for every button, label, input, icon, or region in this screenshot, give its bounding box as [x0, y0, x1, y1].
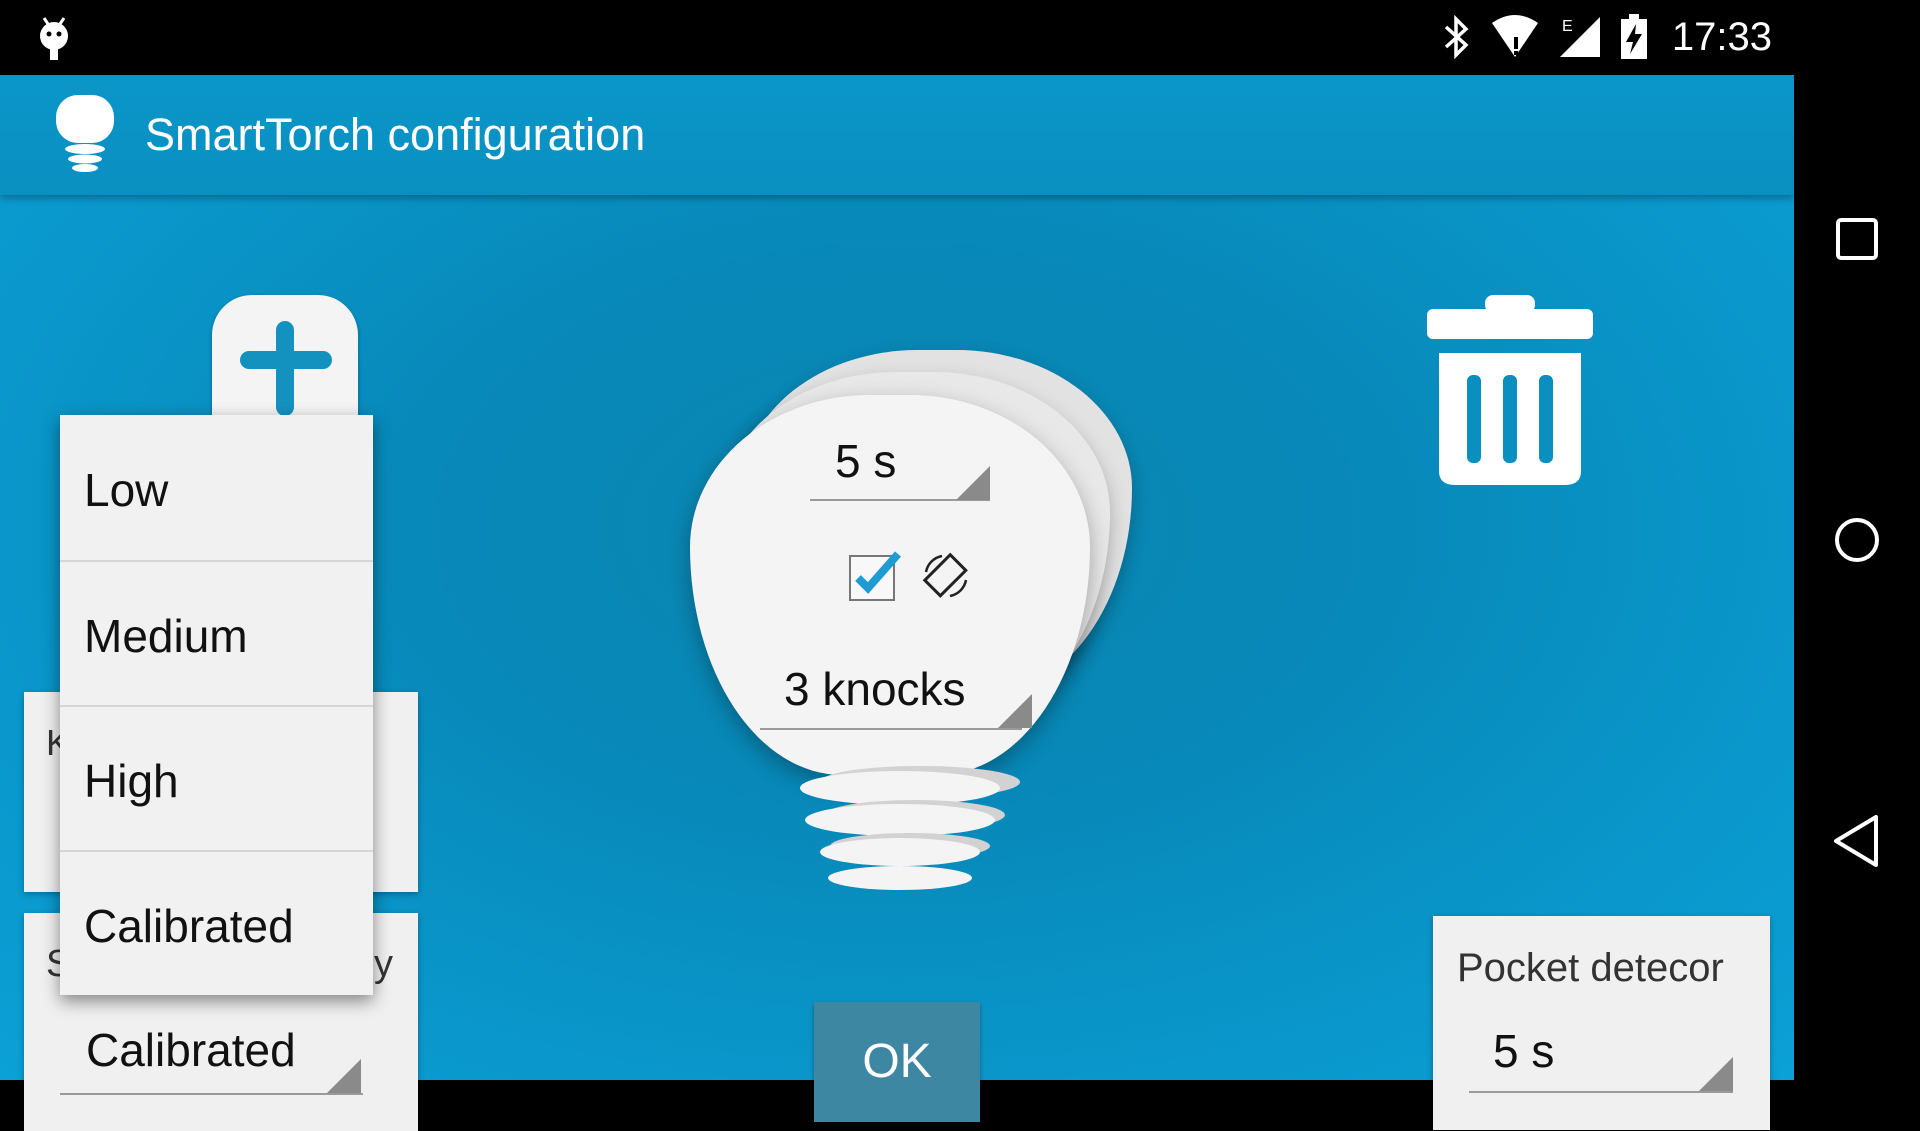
plus-icon	[240, 321, 332, 416]
dropdown-item-label: Low	[84, 464, 169, 516]
dropdown-item-high[interactable]: High	[60, 706, 373, 851]
dropdown-item-medium[interactable]: Medium	[60, 561, 373, 706]
knocks-spinner-value[interactable]: 3 knocks	[784, 662, 966, 716]
home-button[interactable]	[1794, 480, 1920, 600]
pocket-detector-label: Pocket detecor	[1457, 946, 1724, 990]
duration-spinner-value[interactable]: 5 s	[835, 434, 896, 488]
sensitivity-spinner-value[interactable]: Calibrated	[86, 1023, 296, 1077]
bluetooth-icon	[1444, 15, 1469, 59]
back-icon	[1834, 815, 1878, 867]
ok-button[interactable]: OK	[814, 1002, 980, 1122]
duration-spinner-arrow[interactable]	[956, 466, 990, 500]
pocket-detector-spinner-underline	[1469, 1091, 1733, 1093]
app-screen: SmartTorch configuration 5 s 3 knocks K …	[0, 75, 1794, 1131]
dropdown-item-label: Medium	[84, 610, 248, 662]
dropdown-item-calibrated[interactable]: Calibrated	[60, 851, 373, 996]
sensitivity-spinner-underline	[60, 1093, 363, 1095]
back-button[interactable]	[1794, 781, 1920, 901]
screen-rotation-icon	[922, 552, 968, 598]
app-title: SmartTorch configuration	[145, 109, 646, 160]
android-notification-icon	[40, 17, 68, 60]
recents-button[interactable]	[1794, 179, 1920, 299]
battery-charging-icon	[1620, 14, 1647, 59]
knocks-spinner-underline	[760, 728, 1022, 730]
wifi-icon	[1491, 15, 1538, 57]
add-button[interactable]	[212, 295, 358, 425]
knocks-spinner-arrow[interactable]	[998, 694, 1032, 728]
home-icon	[1835, 518, 1879, 562]
bulb-widget: 5 s 3 knocks	[690, 350, 1160, 910]
cellular-signal-icon: E	[1559, 17, 1600, 57]
clock: 17:33	[1671, 14, 1772, 59]
status-bar: E 17:33	[0, 0, 1920, 75]
recents-icon	[1836, 218, 1878, 260]
bulb-threads	[800, 766, 1020, 890]
action-bar: SmartTorch configuration	[0, 75, 1794, 195]
trash-icon[interactable]	[1425, 295, 1595, 490]
svg-text:E: E	[1562, 18, 1573, 35]
pocket-detector-spinner-arrow[interactable]	[1699, 1057, 1733, 1091]
pocket-detector-spinner-value[interactable]: 5 s	[1493, 1024, 1554, 1078]
sensitivity-dropdown: Low Medium High Calibrated	[60, 415, 373, 995]
pocket-detector-card: Pocket detecor 5 s	[1433, 916, 1770, 1130]
dropdown-item-label: Calibrated	[84, 900, 294, 952]
navigation-bar	[1794, 75, 1920, 1080]
bulb-app-icon	[56, 95, 114, 172]
dropdown-item-label: High	[84, 755, 179, 807]
dropdown-item-low[interactable]: Low	[60, 415, 373, 560]
checkbox-checked-icon[interactable]	[848, 548, 906, 604]
sensitivity-spinner-arrow[interactable]	[327, 1059, 361, 1093]
sensitivity-label-right: y	[374, 943, 393, 985]
